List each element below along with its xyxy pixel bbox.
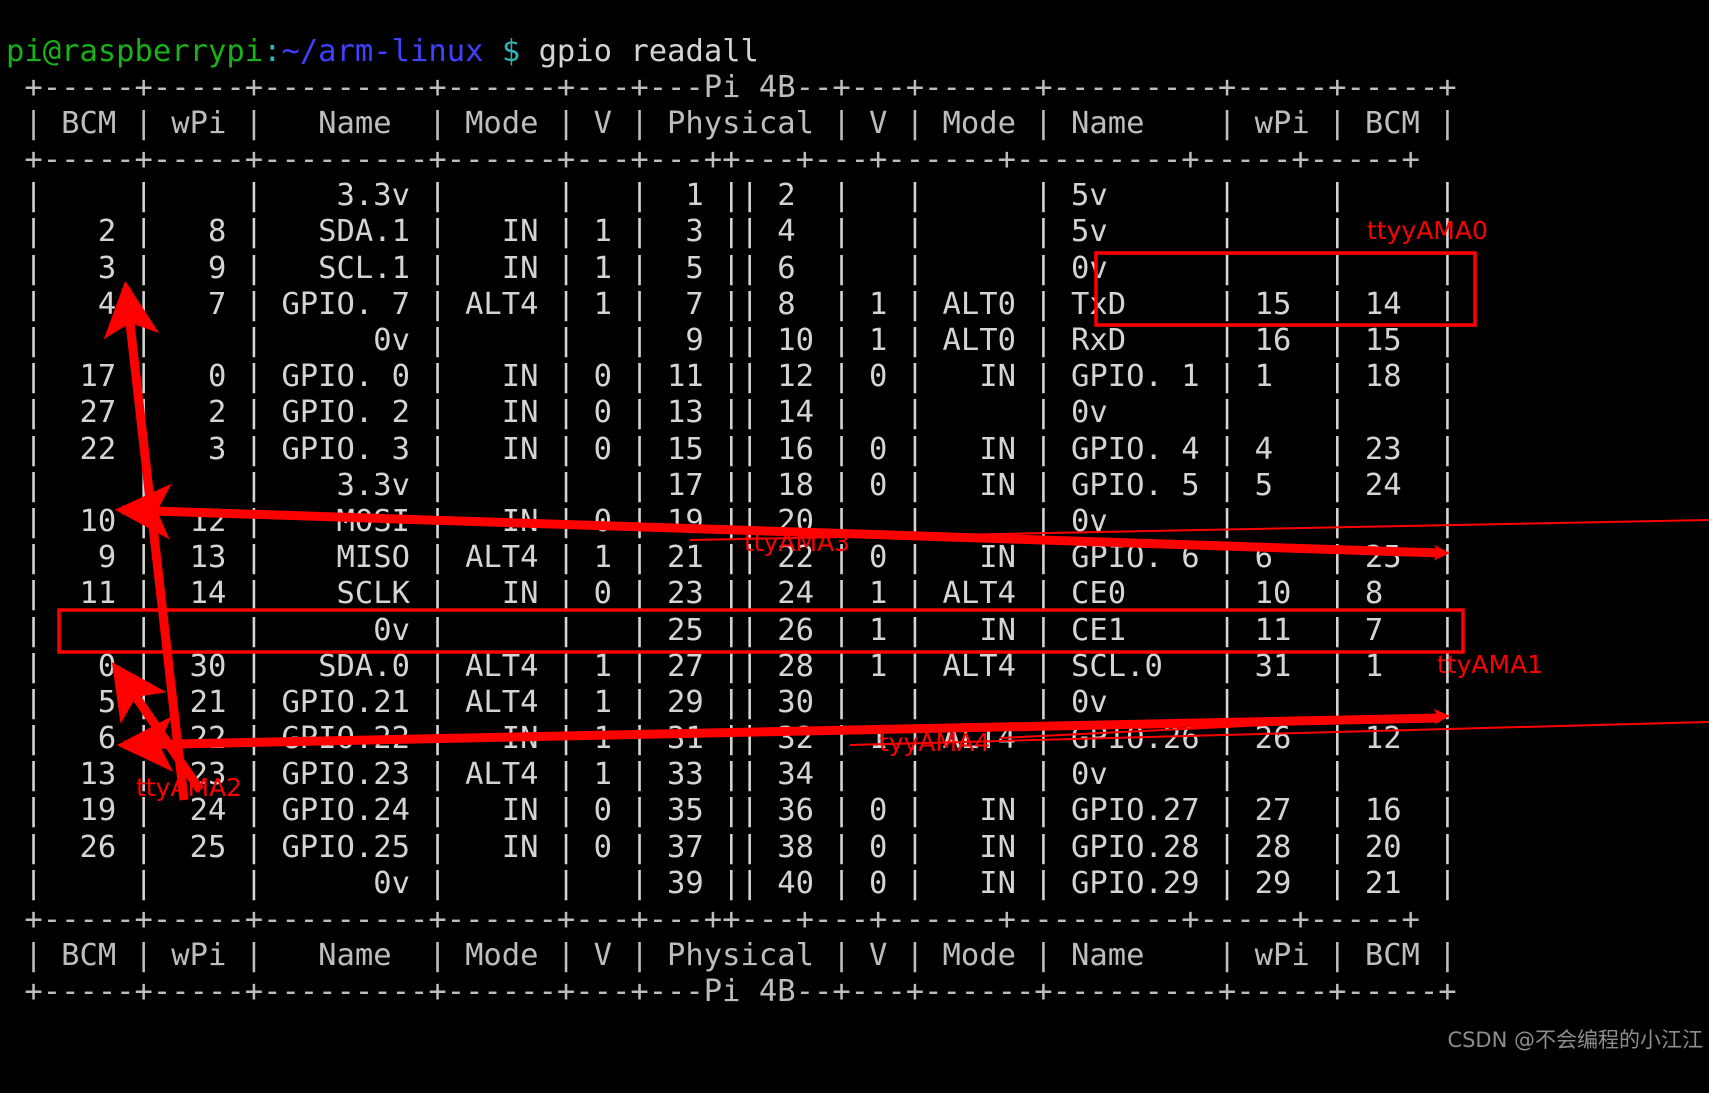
prompt-path: ~/arm-linux	[281, 33, 484, 69]
table-rule-bottom: +-----+-----+---------+------+---+---Pi …	[6, 974, 1457, 1010]
prompt-dollar: $	[501, 33, 521, 69]
watermark: CSDN @不会编程的小江江	[1447, 1028, 1703, 1052]
table-row: | 19 | 24 | GPIO.24 | IN | 0 | 35 || 36 …	[6, 793, 1457, 829]
annotation-label-ttyama3: ttyAMA3	[744, 528, 851, 557]
table-header-bottom: | BCM | wPi | Name | Mode | V | Physical…	[6, 938, 1457, 974]
prompt-user-host: pi@raspberrypi	[6, 33, 264, 69]
table-rule-mid-bottom: +-----+-----+---------+------+---+---++-…	[6, 902, 1420, 937]
table-row: | 5 | 21 | GPIO.21 | ALT4 | 1 | 29 || 30…	[6, 684, 1457, 720]
terminal-output: pi@raspberrypi:~/arm-linux $ gpio readal…	[0, 31, 1709, 1093]
table-row: | 17 | 0 | GPIO. 0 | IN | 0 | 11 || 12 |…	[6, 359, 1457, 395]
table-header-top: | BCM | wPi | Name | Mode | V | Physical…	[6, 105, 1457, 141]
prompt-colon: :	[263, 33, 282, 69]
table-row: | 27 | 2 | GPIO. 2 | IN | 0 | 13 || 14 |…	[6, 395, 1457, 431]
table-row: | 13 | 23 | GPIO.23 | ALT4 | 1 | 33 || 3…	[6, 757, 1457, 793]
annotation-label-tyyama4: tyyAMA4	[879, 728, 991, 757]
annotation-label-ttyama1: ttyAMA1	[1437, 650, 1544, 679]
table-row: | | | 0v | | | 9 || 10 | 1 | ALT0 | RxD …	[6, 323, 1457, 358]
table-row: | 6 | 22 | GPIO.22 | IN | 1 | 31 || 32 |…	[6, 721, 1457, 757]
table-row: | | | 0v | | | 39 || 40 | 0 | IN | GPIO.…	[6, 865, 1457, 901]
terminal-screenshot: pi@raspberrypi:~/arm-linux $ gpio readal…	[0, 0, 1709, 1062]
annotation-label-ttyama2: ttyAMA2	[136, 773, 243, 802]
prompt-line: pi@raspberrypi:~/arm-linux $ gpio readal…	[6, 34, 1709, 70]
table-rule-top: +-----+-----+---------+------+---+---Pi …	[6, 69, 1457, 105]
table-rule-mid-top: +-----+-----+---------+------+---+---++-…	[6, 142, 1420, 178]
table-row: | | | 0v | | | 25 || 26 | 1 | IN | CE1 |…	[6, 612, 1457, 648]
table-row: | | | 3.3v | | | 1 || 2 | | | 5v | | |	[6, 178, 1457, 214]
table-row: | 10 | 12 | MOSI | IN | 0 | 19 || 20 | |…	[6, 503, 1457, 539]
table-row: | 9 | 13 | MISO | ALT4 | 1 | 21 || 22 | …	[6, 540, 1457, 576]
annotation-label-ttyyama0: ttyyAMA0	[1367, 216, 1488, 245]
prompt-command: gpio readall	[520, 33, 759, 69]
table-row: | 22 | 3 | GPIO. 3 | IN | 0 | 15 || 16 |…	[6, 431, 1457, 467]
table-row: | 4 | 7 | GPIO. 7 | ALT4 | 1 | 7 || 8 | …	[6, 286, 1457, 322]
table-row: | 3 | 9 | SCL.1 | IN | 1 | 5 || 6 | | | …	[6, 250, 1457, 286]
table-row: | 26 | 25 | GPIO.25 | IN | 0 | 37 || 38 …	[6, 829, 1457, 865]
table-row: | | | 3.3v | | | 17 || 18 | 0 | IN | GPI…	[6, 467, 1457, 503]
table-row: | 11 | 14 | SCLK | IN | 0 | 23 || 24 | 1…	[6, 576, 1457, 612]
